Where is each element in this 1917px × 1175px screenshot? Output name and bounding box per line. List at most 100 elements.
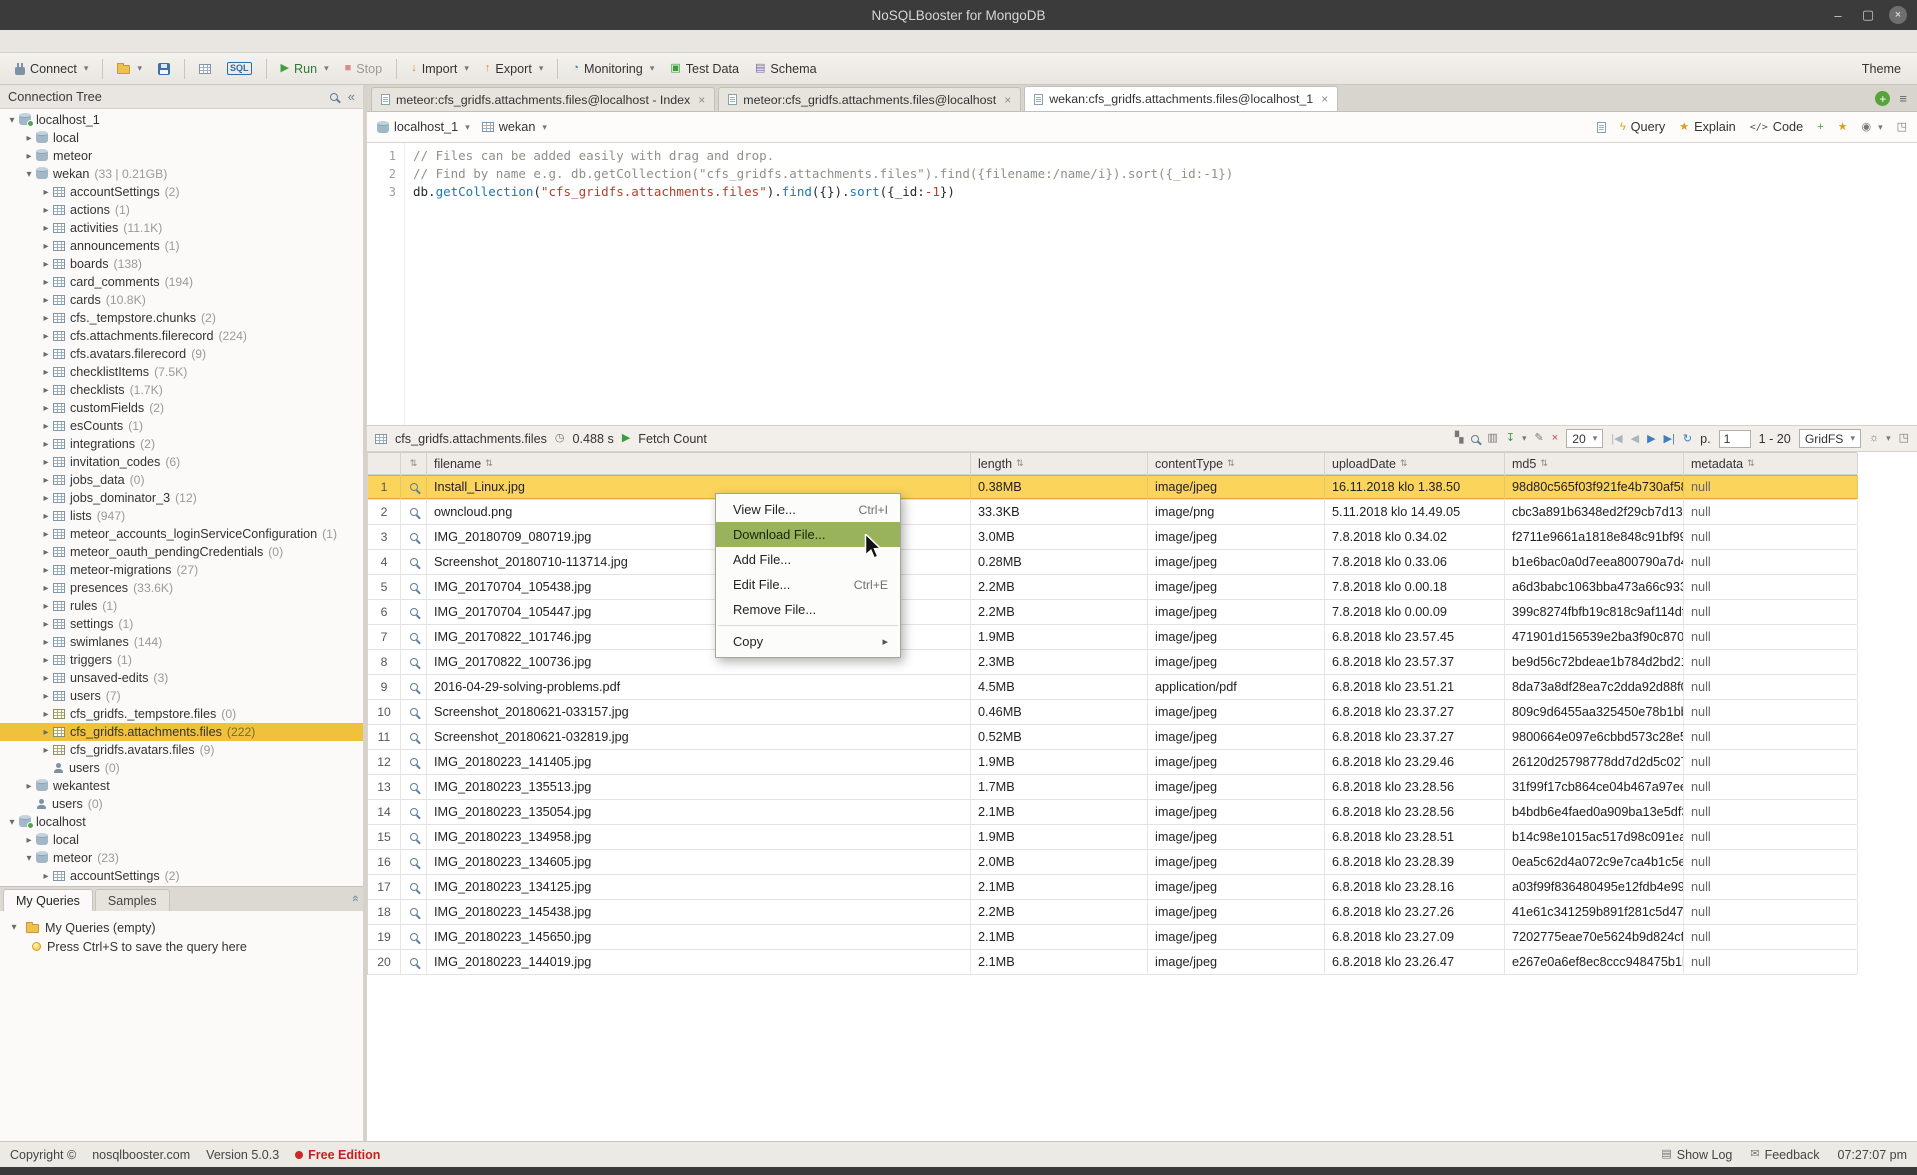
twisty-icon[interactable]: ▾ [23, 169, 35, 180]
show-log-button[interactable]: ▤ Show Log [1661, 1148, 1732, 1162]
tree-item[interactable]: ▸ checklistItems (7.5K) [0, 363, 363, 381]
cell-content-type[interactable]: image/jpeg [1148, 625, 1325, 649]
tree-item[interactable]: ▸ invitation_codes (6) [0, 453, 363, 471]
cell-upload-date[interactable]: 6.8.2018 klo 23.27.09 [1325, 925, 1505, 949]
table-row[interactable]: 9 2016-04-29-solving-problems.pdf 4.5MB … [368, 675, 1857, 700]
stop-button[interactable]: ■ Stop [338, 59, 390, 79]
twisty-icon[interactable]: ▸ [40, 187, 52, 198]
tree-item[interactable]: ▾ wekan (33 | 0.21GB) [0, 165, 363, 183]
tree-item[interactable]: ▸ cfs_gridfs._tempstore.files (0) [0, 705, 363, 723]
cell-metadata[interactable]: null [1684, 900, 1858, 924]
cell-upload-date[interactable]: 7.8.2018 klo 0.00.09 [1325, 600, 1505, 624]
twisty-icon[interactable]: ▸ [40, 727, 52, 738]
fetch-count-label[interactable]: Fetch Count [638, 432, 707, 446]
twisty-icon[interactable]: ▸ [40, 403, 52, 414]
cell-length[interactable]: 0.38MB [971, 475, 1148, 499]
cell-md5[interactable]: 8da73a8df28ea7c2dda92d88f0c0 [1505, 675, 1684, 699]
cell-metadata[interactable]: null [1684, 500, 1858, 524]
cell-content-type[interactable]: image/jpeg [1148, 925, 1325, 949]
cell-length[interactable]: 0.28MB [971, 550, 1148, 574]
twisty-icon[interactable]: ▸ [40, 349, 52, 360]
cell-filename[interactable]: IMG_20180223_144019.jpg [427, 950, 971, 974]
row-preview-button[interactable] [401, 675, 427, 699]
twisty-icon[interactable]: ▸ [40, 601, 52, 612]
cell-content-type[interactable]: image/jpeg [1148, 575, 1325, 599]
tree-item[interactable]: ▸ cfs.attachments.filerecord (224) [0, 327, 363, 345]
cell-metadata[interactable]: null [1684, 825, 1858, 849]
tree-item[interactable]: ▸ cfs._tempstore.chunks (2) [0, 309, 363, 327]
row-preview-button[interactable] [401, 525, 427, 549]
twisty-icon[interactable]: ▸ [40, 709, 52, 720]
table-row[interactable]: 10 Screenshot_20180621-033157.jpg 0.46MB… [368, 700, 1857, 725]
twisty-icon[interactable]: ▸ [40, 331, 52, 342]
cell-content-type[interactable]: image/jpeg [1148, 550, 1325, 574]
cell-md5[interactable]: 31f99f17cb864ce04b467a97ee85 [1505, 775, 1684, 799]
row-preview-button[interactable] [401, 850, 427, 874]
tree-item[interactable]: ▸ integrations (2) [0, 435, 363, 453]
connection-selector[interactable]: localhost_1 ▾ [377, 120, 470, 134]
close-tab-icon[interactable]: × [1321, 92, 1328, 106]
editor-lines[interactable]: // Files can be added easily with drag a… [405, 143, 1917, 425]
collapse-sidebar-icon[interactable]: « [348, 89, 355, 104]
header-md5[interactable]: md5 ⇅ [1505, 453, 1684, 474]
cell-md5[interactable]: 7202775eae70e5624b9d824cff63 [1505, 925, 1684, 949]
cell-metadata[interactable]: null [1684, 875, 1858, 899]
cell-upload-date[interactable]: 6.8.2018 klo 23.37.27 [1325, 700, 1505, 724]
cell-filename[interactable]: 2016-04-29-solving-problems.pdf [427, 675, 971, 699]
cell-filename[interactable]: IMG_20180223_134958.jpg [427, 825, 971, 849]
cell-metadata[interactable]: null [1684, 700, 1858, 724]
twisty-icon[interactable]: ▸ [23, 835, 35, 846]
cell-content-type[interactable]: image/jpeg [1148, 825, 1325, 849]
row-preview-button[interactable] [401, 625, 427, 649]
tree-item[interactable]: ▸ meteor-migrations (27) [0, 561, 363, 579]
twisty-icon[interactable]: ▸ [40, 421, 52, 432]
header-filename[interactable]: filename ⇅ [427, 453, 971, 474]
editor-tab[interactable]: wekan:cfs_gridfs.attachments.files@local… [1024, 86, 1338, 111]
tab-list-icon[interactable]: ≡ [1899, 91, 1907, 106]
cell-upload-date[interactable]: 7.8.2018 klo 0.00.18 [1325, 575, 1505, 599]
cell-metadata[interactable]: null [1684, 925, 1858, 949]
twisty-icon[interactable]: ▸ [40, 385, 52, 396]
context-menu-item[interactable]: Copy [716, 629, 900, 654]
theme-button[interactable]: Theme [1862, 62, 1909, 76]
context-menu-item[interactable]: Add File... [716, 547, 900, 572]
cell-upload-date[interactable]: 7.8.2018 klo 0.34.02 [1325, 525, 1505, 549]
row-preview-button[interactable] [401, 925, 427, 949]
tree-item[interactable]: ▸ rules (1) [0, 597, 363, 615]
cell-md5[interactable]: 41e61c341259b891f281c5d47f06 [1505, 900, 1684, 924]
twisty-icon[interactable]: ▸ [40, 439, 52, 450]
cell-filename[interactable]: IMG_20180223_145650.jpg [427, 925, 971, 949]
code-button[interactable]: </> Code [1750, 120, 1803, 134]
cell-content-type[interactable]: image/jpeg [1148, 875, 1325, 899]
table-row[interactable]: 6 IMG_20170704_105447.jpg 2.2MB image/jp… [368, 600, 1857, 625]
row-preview-button[interactable] [401, 600, 427, 624]
row-preview-button[interactable] [401, 575, 427, 599]
twisty-icon[interactable]: ▸ [40, 457, 52, 468]
table-view-button[interactable] [192, 61, 218, 77]
search-icon[interactable] [330, 93, 338, 101]
close-tab-icon[interactable]: × [698, 93, 705, 107]
tree-item[interactable]: ▸ jobs_data (0) [0, 471, 363, 489]
cell-md5[interactable]: a03f99f836480495e12fdb4e9913 [1505, 875, 1684, 899]
table-row[interactable]: 16 IMG_20180223_134605.jpg 2.0MB image/j… [368, 850, 1857, 875]
tree-item[interactable]: ▸ cfs_gridfs.avatars.files (9) [0, 741, 363, 759]
row-preview-button[interactable] [401, 725, 427, 749]
cell-md5[interactable]: 9800664e097e6cbbd573c28e5d3 [1505, 725, 1684, 749]
cell-filename[interactable]: IMG_20180223_135054.jpg [427, 800, 971, 824]
cell-upload-date[interactable]: 6.8.2018 klo 23.37.27 [1325, 725, 1505, 749]
tree-item[interactable]: ▸ local [0, 129, 363, 147]
twisty-icon[interactable]: ▾ [8, 922, 20, 933]
cell-filename[interactable]: Screenshot_20180621-032819.jpg [427, 725, 971, 749]
cell-length[interactable]: 2.1MB [971, 875, 1148, 899]
tree-item[interactable]: ▸ checklists (1.7K) [0, 381, 363, 399]
cell-metadata[interactable]: null [1684, 775, 1858, 799]
tree-item[interactable]: ▸ local [0, 831, 363, 849]
cell-length[interactable]: 33.3KB [971, 500, 1148, 524]
view-options-button[interactable]: ◉ ▾ [1861, 122, 1882, 133]
twisty-icon[interactable]: ▸ [40, 259, 52, 270]
twisty-icon[interactable]: ▸ [40, 475, 52, 486]
cell-length[interactable]: 2.3MB [971, 650, 1148, 674]
explain-button[interactable]: ★ Explain [1679, 120, 1736, 134]
cell-metadata[interactable]: null [1684, 475, 1858, 499]
cell-metadata[interactable]: null [1684, 675, 1858, 699]
